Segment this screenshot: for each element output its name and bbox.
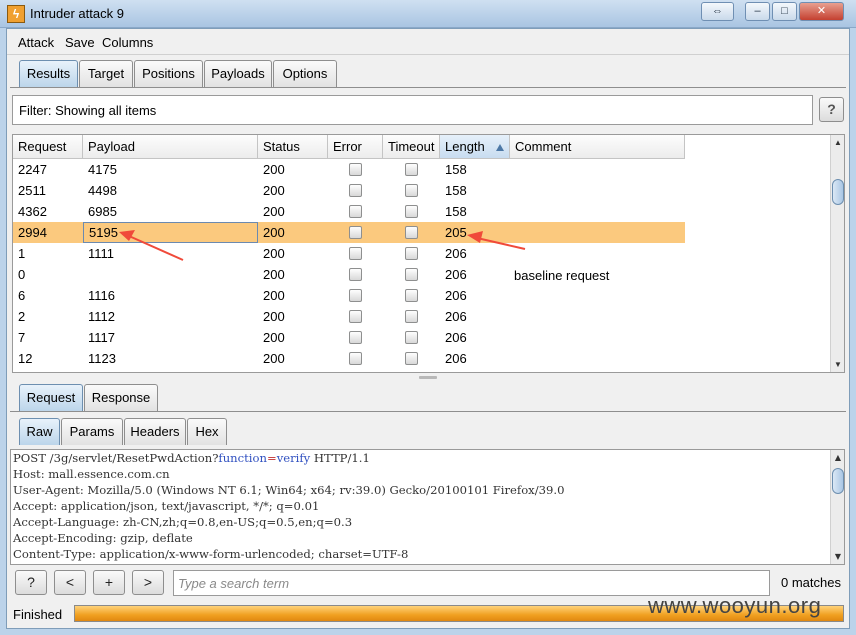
arrow-to-payload: [119, 230, 184, 261]
timeout-checkbox[interactable]: [405, 310, 418, 323]
burp-lightning-icon: ϟ: [7, 5, 25, 23]
request-param-eq: =: [266, 451, 277, 465]
timeout-checkbox[interactable]: [405, 289, 418, 302]
header-line: Accept-Encoding: gzip, deflate: [13, 531, 193, 545]
tab-headers[interactable]: Headers: [124, 418, 186, 445]
maximize-button[interactable]: □: [772, 2, 797, 21]
status-text: Finished: [13, 607, 63, 622]
tab-hex[interactable]: Hex: [187, 418, 227, 445]
cell-length[interactable]: 206: [440, 306, 510, 327]
request-line: POST /3g/servlet/ResetPwdAction?function…: [13, 450, 370, 466]
cell-status[interactable]: 200: [258, 306, 328, 327]
cell-comment[interactable]: [510, 306, 685, 327]
cell-status[interactable]: 200: [258, 348, 328, 369]
table-row[interactable]: 2 1112 200 206: [13, 306, 685, 327]
cell-payload[interactable]: 1112: [83, 306, 258, 327]
editor-scroll-up-icon[interactable]: ▲: [831, 450, 844, 465]
annotation-arrows: [119, 230, 526, 261]
header-line: Content-Type: application/x-www-form-url…: [13, 547, 409, 561]
swap-window-button[interactable]: ⇔: [701, 2, 734, 21]
header-line: Host: mall.essence.com.cn: [13, 467, 170, 481]
split-pane-handle[interactable]: [419, 376, 437, 379]
cell-error: [328, 306, 383, 327]
minimize-button[interactable]: –: [745, 2, 770, 21]
cell-comment[interactable]: [510, 327, 685, 348]
search-next-button[interactable]: >: [132, 570, 164, 595]
cell-payload[interactable]: 1123: [83, 348, 258, 369]
editor-scroll-thumb[interactable]: [832, 468, 844, 494]
header-line: User-Agent: Mozilla/5.0 (Windows NT 6.1;…: [13, 483, 565, 497]
table-row[interactable]: 12 1123 200 206: [13, 348, 685, 369]
header-line: Accept-Language: zh-CN,zh;q=0.8,en-US;q=…: [13, 515, 353, 529]
raw-request-editor[interactable]: POST /3g/servlet/ResetPwdAction?function…: [10, 449, 845, 565]
request-http-version: HTTP/1.1: [310, 451, 370, 465]
cell-status[interactable]: 200: [258, 327, 328, 348]
cell-error: [328, 348, 383, 369]
cell-timeout: [383, 348, 440, 369]
cell-payload[interactable]: 1117: [83, 327, 258, 348]
cell-request[interactable]: 12: [13, 348, 83, 369]
request-method-path: POST /3g/servlet/ResetPwdAction?: [13, 451, 219, 465]
cell-timeout: [383, 306, 440, 327]
main-frame: Attack Save Columns Results Target Posit…: [6, 28, 850, 629]
timeout-checkbox[interactable]: [405, 352, 418, 365]
cell-request[interactable]: 2: [13, 306, 83, 327]
cell-length[interactable]: 206: [440, 327, 510, 348]
error-checkbox[interactable]: [349, 352, 362, 365]
cell-comment[interactable]: [510, 348, 685, 369]
editor-scroll-down-icon[interactable]: ▼: [831, 549, 844, 564]
cell-timeout: [383, 327, 440, 348]
tab-params[interactable]: Params: [61, 418, 123, 445]
header-line: Accept: application/json, text/javascrip…: [13, 499, 320, 513]
detail-tabs: Request Response: [7, 384, 849, 411]
editor-scrollbar[interactable]: ▲ ▼: [830, 450, 844, 564]
search-prev-button[interactable]: <: [54, 570, 86, 595]
tab-response[interactable]: Response: [84, 384, 158, 411]
search-help-button[interactable]: ?: [15, 570, 47, 595]
match-count: 0 matches: [781, 575, 841, 590]
error-checkbox[interactable]: [349, 289, 362, 302]
close-button[interactable]: ✕: [799, 2, 844, 21]
error-checkbox[interactable]: [349, 310, 362, 323]
request-param-value: verify: [276, 451, 311, 465]
watermark-text: www.wooyun.org: [648, 593, 822, 618]
cell-error: [328, 327, 383, 348]
cell-request[interactable]: 7: [13, 327, 83, 348]
window-title: Intruder attack 9: [30, 6, 124, 21]
request-param-key: function: [218, 451, 267, 465]
tab-raw[interactable]: Raw: [19, 418, 60, 445]
error-checkbox[interactable]: [349, 331, 362, 344]
table-row[interactable]: 7 1117 200 206: [13, 327, 685, 348]
baseline-annotation: baseline request: [514, 268, 610, 283]
timeout-checkbox[interactable]: [405, 331, 418, 344]
cell-length[interactable]: 206: [440, 348, 510, 369]
detail-tab-divider: [10, 411, 846, 412]
arrow-to-length: [467, 231, 526, 250]
scroll-down-icon[interactable]: ▼: [831, 357, 844, 372]
title-bar: ϟ Intruder attack 9 ⇔ – □ ✕: [0, 0, 856, 28]
tab-request[interactable]: Request: [19, 384, 83, 411]
view-tabs: Raw Params Headers Hex: [7, 418, 849, 445]
search-add-button[interactable]: +: [93, 570, 125, 595]
